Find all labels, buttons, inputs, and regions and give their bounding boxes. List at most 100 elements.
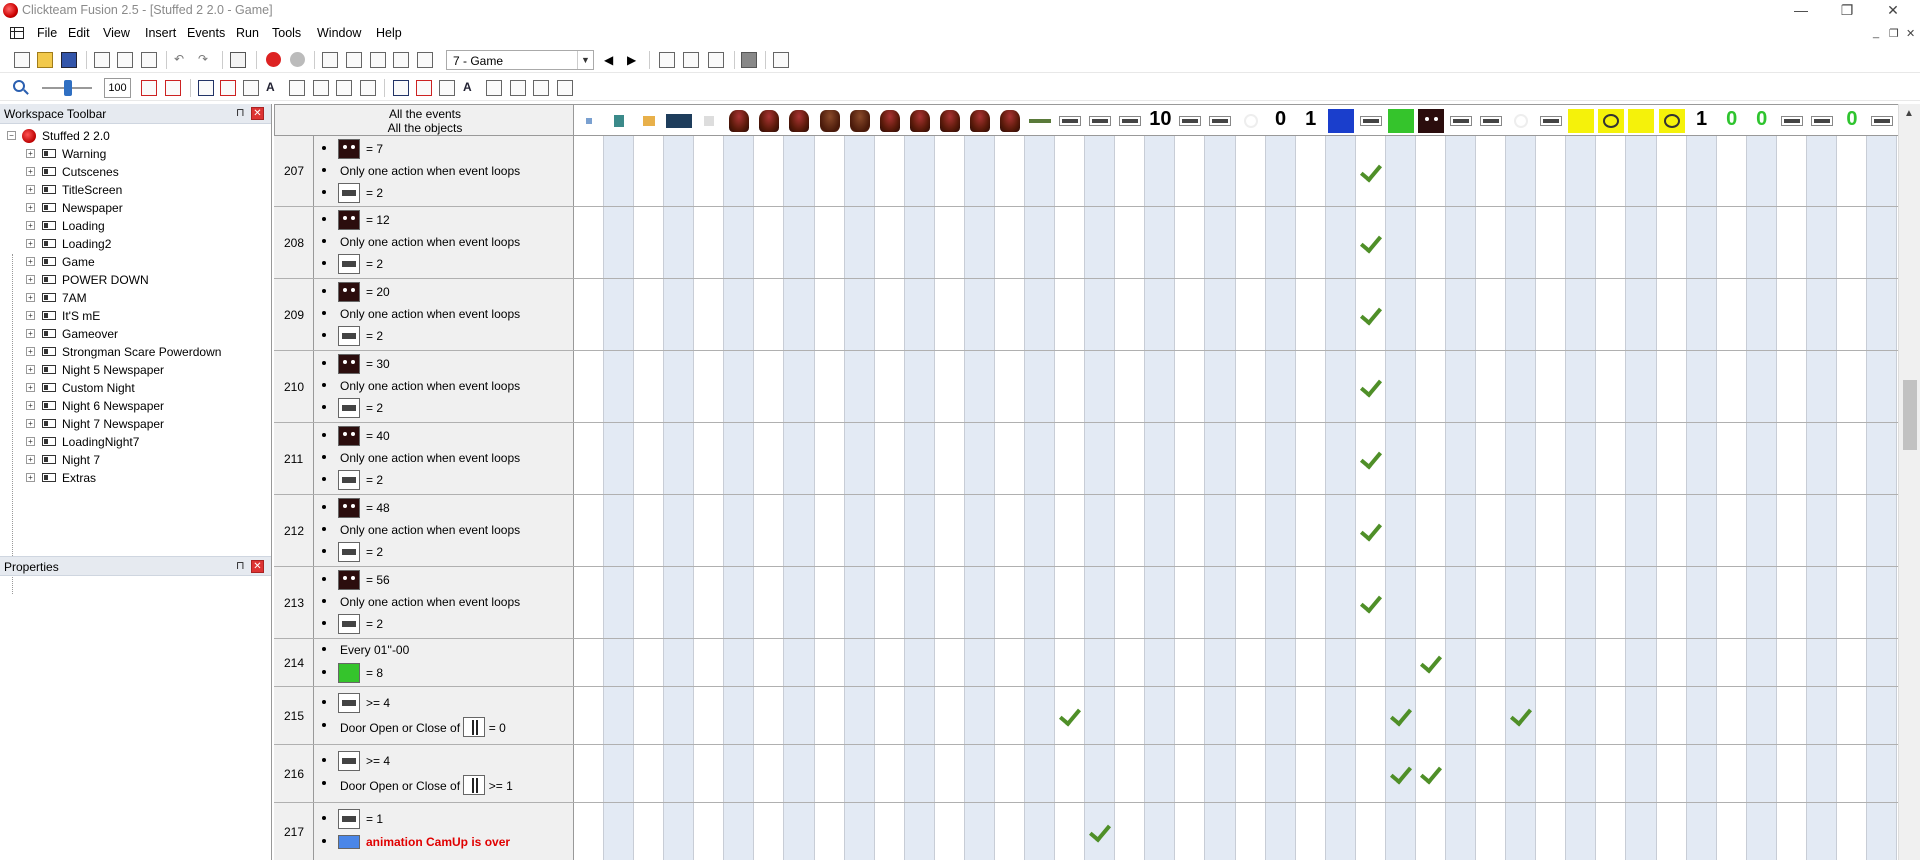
insert-group-icon[interactable] — [708, 52, 724, 68]
maximize-button[interactable]: ❐ — [1824, 0, 1870, 22]
object-header-cell[interactable] — [1027, 107, 1053, 135]
menu-window[interactable]: Window — [317, 26, 361, 40]
condition-line[interactable]: = 2 — [314, 254, 574, 274]
event-row[interactable]: 209 = 20 Only one action when event loops =… — [274, 279, 1898, 351]
mdi-minimize-button[interactable]: _ — [1873, 27, 1879, 39]
event-editor-icon[interactable] — [370, 52, 386, 68]
event-number-cell[interactable]: 212 — [274, 495, 314, 566]
action-checkmark-icon[interactable] — [1359, 301, 1383, 325]
event-conditions[interactable]: = 12 Only one action when event loops = 2 — [314, 207, 574, 278]
forward-icon[interactable] — [290, 52, 305, 67]
tree-item-frame[interactable]: + LoadingNight7 — [0, 433, 271, 451]
tree-item-frame[interactable]: + Night 7 Newspaper — [0, 415, 271, 433]
object-header-cell[interactable] — [817, 107, 843, 135]
minimize-button[interactable]: — — [1778, 0, 1824, 22]
event-number-cell[interactable]: 209 — [274, 279, 314, 350]
event-conditions[interactable]: = 40 Only one action when event loops = 2 — [314, 423, 574, 494]
expand-icon[interactable]: + — [26, 455, 35, 464]
condition-line[interactable]: Only one action when event loops — [314, 161, 574, 181]
expand-icon[interactable]: + — [26, 365, 35, 374]
event-number-cell[interactable]: 217 — [274, 803, 314, 860]
expand-icon[interactable]: + — [26, 401, 35, 410]
object-header-cell[interactable] — [1598, 107, 1625, 135]
condition-line[interactable]: = 1 — [314, 809, 574, 829]
tree-item-frame[interactable]: + Extras — [0, 469, 271, 487]
event-row[interactable]: 210 = 30 Only one action when event loops =… — [274, 351, 1898, 423]
event-number-cell[interactable]: 211 — [274, 423, 314, 494]
event-number-cell[interactable]: 216 — [274, 745, 314, 802]
object-counter-icon[interactable] — [557, 80, 573, 96]
condition-line[interactable]: = 8 — [314, 663, 574, 683]
action-checkmark-icon[interactable] — [1359, 158, 1383, 182]
object-header-cell[interactable] — [937, 107, 963, 135]
object-filter-icon[interactable] — [393, 80, 409, 96]
data-elements-icon[interactable] — [417, 52, 433, 68]
action-checkmark-icon[interactable] — [1359, 229, 1383, 253]
object-layer-icon[interactable] — [510, 80, 526, 96]
tree-item-frame[interactable]: + Warning — [0, 145, 271, 163]
object-header-cell[interactable] — [786, 107, 812, 135]
stop-icon[interactable] — [741, 52, 757, 68]
event-conditions[interactable]: = 48 Only one action when event loops = 2 — [314, 495, 574, 566]
condition-line[interactable]: = 48 — [314, 498, 574, 518]
paste-icon[interactable] — [141, 52, 157, 68]
object-header-cell[interactable] — [967, 107, 993, 135]
close-panel-icon[interactable]: ✕ — [251, 107, 264, 120]
condition-line[interactable]: = 2 — [314, 542, 574, 562]
event-number-cell[interactable]: 213 — [274, 567, 314, 638]
cut-icon[interactable] — [94, 52, 110, 68]
filter-condition-icon[interactable] — [243, 80, 259, 96]
condition-line[interactable]: Only one action when event loops — [314, 376, 574, 396]
tree-item-frame[interactable]: + POWER DOWN — [0, 271, 271, 289]
expand-icon[interactable]: + — [26, 185, 35, 194]
tree-item-frame[interactable]: + Strongman Scare Powerdown — [0, 343, 271, 361]
object-header-cell[interactable] — [1358, 107, 1384, 135]
object-header-cell[interactable] — [997, 107, 1023, 135]
condition-line[interactable]: Only one action when event loops — [314, 448, 574, 468]
show-objects-icon[interactable] — [198, 80, 214, 96]
mdi-restore-button[interactable]: ❐ — [1889, 27, 1899, 40]
event-row[interactable]: 208 = 12 Only one action when event loops =… — [274, 207, 1898, 279]
zoom-slider-thumb[interactable] — [64, 80, 72, 96]
grid-icon[interactable] — [10, 27, 24, 39]
expand-icon[interactable]: + — [26, 419, 35, 428]
object-condition-icon[interactable] — [439, 80, 455, 96]
condition-line[interactable]: = 20 — [314, 282, 574, 302]
expand-icon[interactable]: + — [26, 257, 35, 266]
tree-item-frame[interactable]: + Night 6 Newspaper — [0, 397, 271, 415]
tree-item-frame[interactable]: + Loading — [0, 217, 271, 235]
event-conditions[interactable]: = 56 Only one action when event loops = 2 — [314, 567, 574, 638]
expand-icon[interactable]: + — [26, 347, 35, 356]
object-header-cell[interactable]: 0 — [1839, 107, 1865, 135]
object-header-cell[interactable]: 0 — [1749, 107, 1775, 135]
object-header-cell[interactable] — [576, 107, 602, 135]
object-header-cell[interactable]: 0 — [1268, 107, 1294, 135]
action-checkmark-icon[interactable] — [1058, 702, 1082, 726]
condition-line[interactable]: >= 4 — [314, 751, 574, 771]
event-row[interactable]: 212 = 48 Only one action when event loops =… — [274, 495, 1898, 567]
run-application-icon[interactable] — [773, 52, 789, 68]
frame-select[interactable]: 7 - Game ▼ — [446, 50, 594, 70]
event-list-icon[interactable] — [393, 52, 409, 68]
menu-run[interactable]: Run — [236, 26, 259, 40]
object-header-cell[interactable] — [756, 107, 782, 135]
object-header-cell[interactable] — [877, 107, 903, 135]
condition-line[interactable]: >= 4 — [314, 693, 574, 713]
object-header-cell[interactable] — [1779, 107, 1805, 135]
expand-icon[interactable]: + — [26, 473, 35, 482]
object-header-cell[interactable] — [696, 107, 722, 135]
storyboard-icon[interactable] — [322, 52, 338, 68]
event-conditions[interactable]: >= 4 Door Open or Close of = 0 — [314, 687, 574, 744]
tree-item-frame[interactable]: + Cutscenes — [0, 163, 271, 181]
expand-icon[interactable]: + — [26, 149, 35, 158]
condition-line[interactable]: = 2 — [314, 470, 574, 490]
object-header-cell[interactable] — [1658, 107, 1685, 135]
frame-editor-icon[interactable] — [346, 52, 362, 68]
scrollbar-thumb[interactable] — [1903, 380, 1917, 450]
menu-tools[interactable]: Tools — [272, 26, 301, 40]
next-frame-icon[interactable]: ▶ — [627, 53, 636, 67]
event-conditions[interactable]: >= 4 Door Open or Close of >= 1 — [314, 745, 574, 802]
condition-line[interactable]: = 12 — [314, 210, 574, 230]
object-text-icon[interactable]: A — [463, 80, 479, 96]
tree-item-frame[interactable]: + Newspaper — [0, 199, 271, 217]
